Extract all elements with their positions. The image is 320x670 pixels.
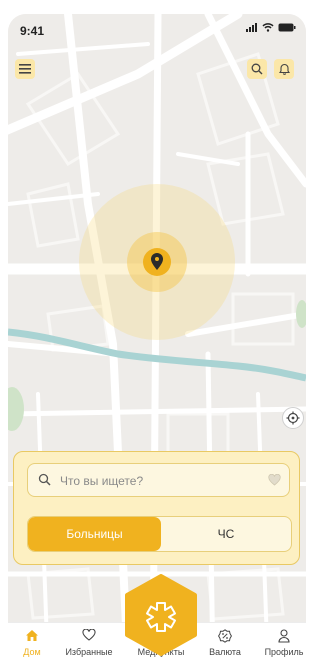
search-panel: Больницы ЧС [13,451,300,565]
screenshot-frame: 9:41 Больницы [0,0,313,670]
hamburger-icon [19,64,31,74]
tab-currency-label: Валюта [209,647,241,657]
medical-center-button[interactable] [124,574,198,656]
category-switch: Больницы ЧС [27,516,292,552]
heart-icon [82,629,96,641]
battery-icon [278,23,296,32]
signal-icon [246,23,257,32]
search-button[interactable] [247,59,267,79]
wifi-icon [262,23,274,32]
favorite-heart-icon[interactable] [268,474,281,486]
my-location-button[interactable] [282,407,304,429]
search-icon [251,63,263,75]
search-icon [38,473,51,486]
notifications-button[interactable] [274,59,294,79]
tab-hospitals[interactable]: Больницы [28,517,161,551]
status-bar: 9:41 [8,14,306,46]
status-icons [246,23,296,32]
tab-favorites-label: Избранные [65,647,113,657]
phone-screen: 9:41 Больницы [8,14,306,670]
percent-icon [218,629,232,643]
search-input[interactable] [60,471,260,491]
search-field[interactable] [27,463,290,497]
menu-button[interactable] [15,59,35,79]
map-view[interactable] [8,14,306,670]
tab-profile-label: Профиль [264,647,304,657]
person-icon [278,629,290,643]
cropped-caption [0,0,313,14]
bell-icon [278,63,290,75]
crosshair-icon [286,411,300,425]
status-time: 9:41 [20,24,45,38]
tab-home-label: Дом [23,647,41,657]
tab-emergencies[interactable]: ЧС [161,517,291,551]
home-icon [26,630,38,641]
